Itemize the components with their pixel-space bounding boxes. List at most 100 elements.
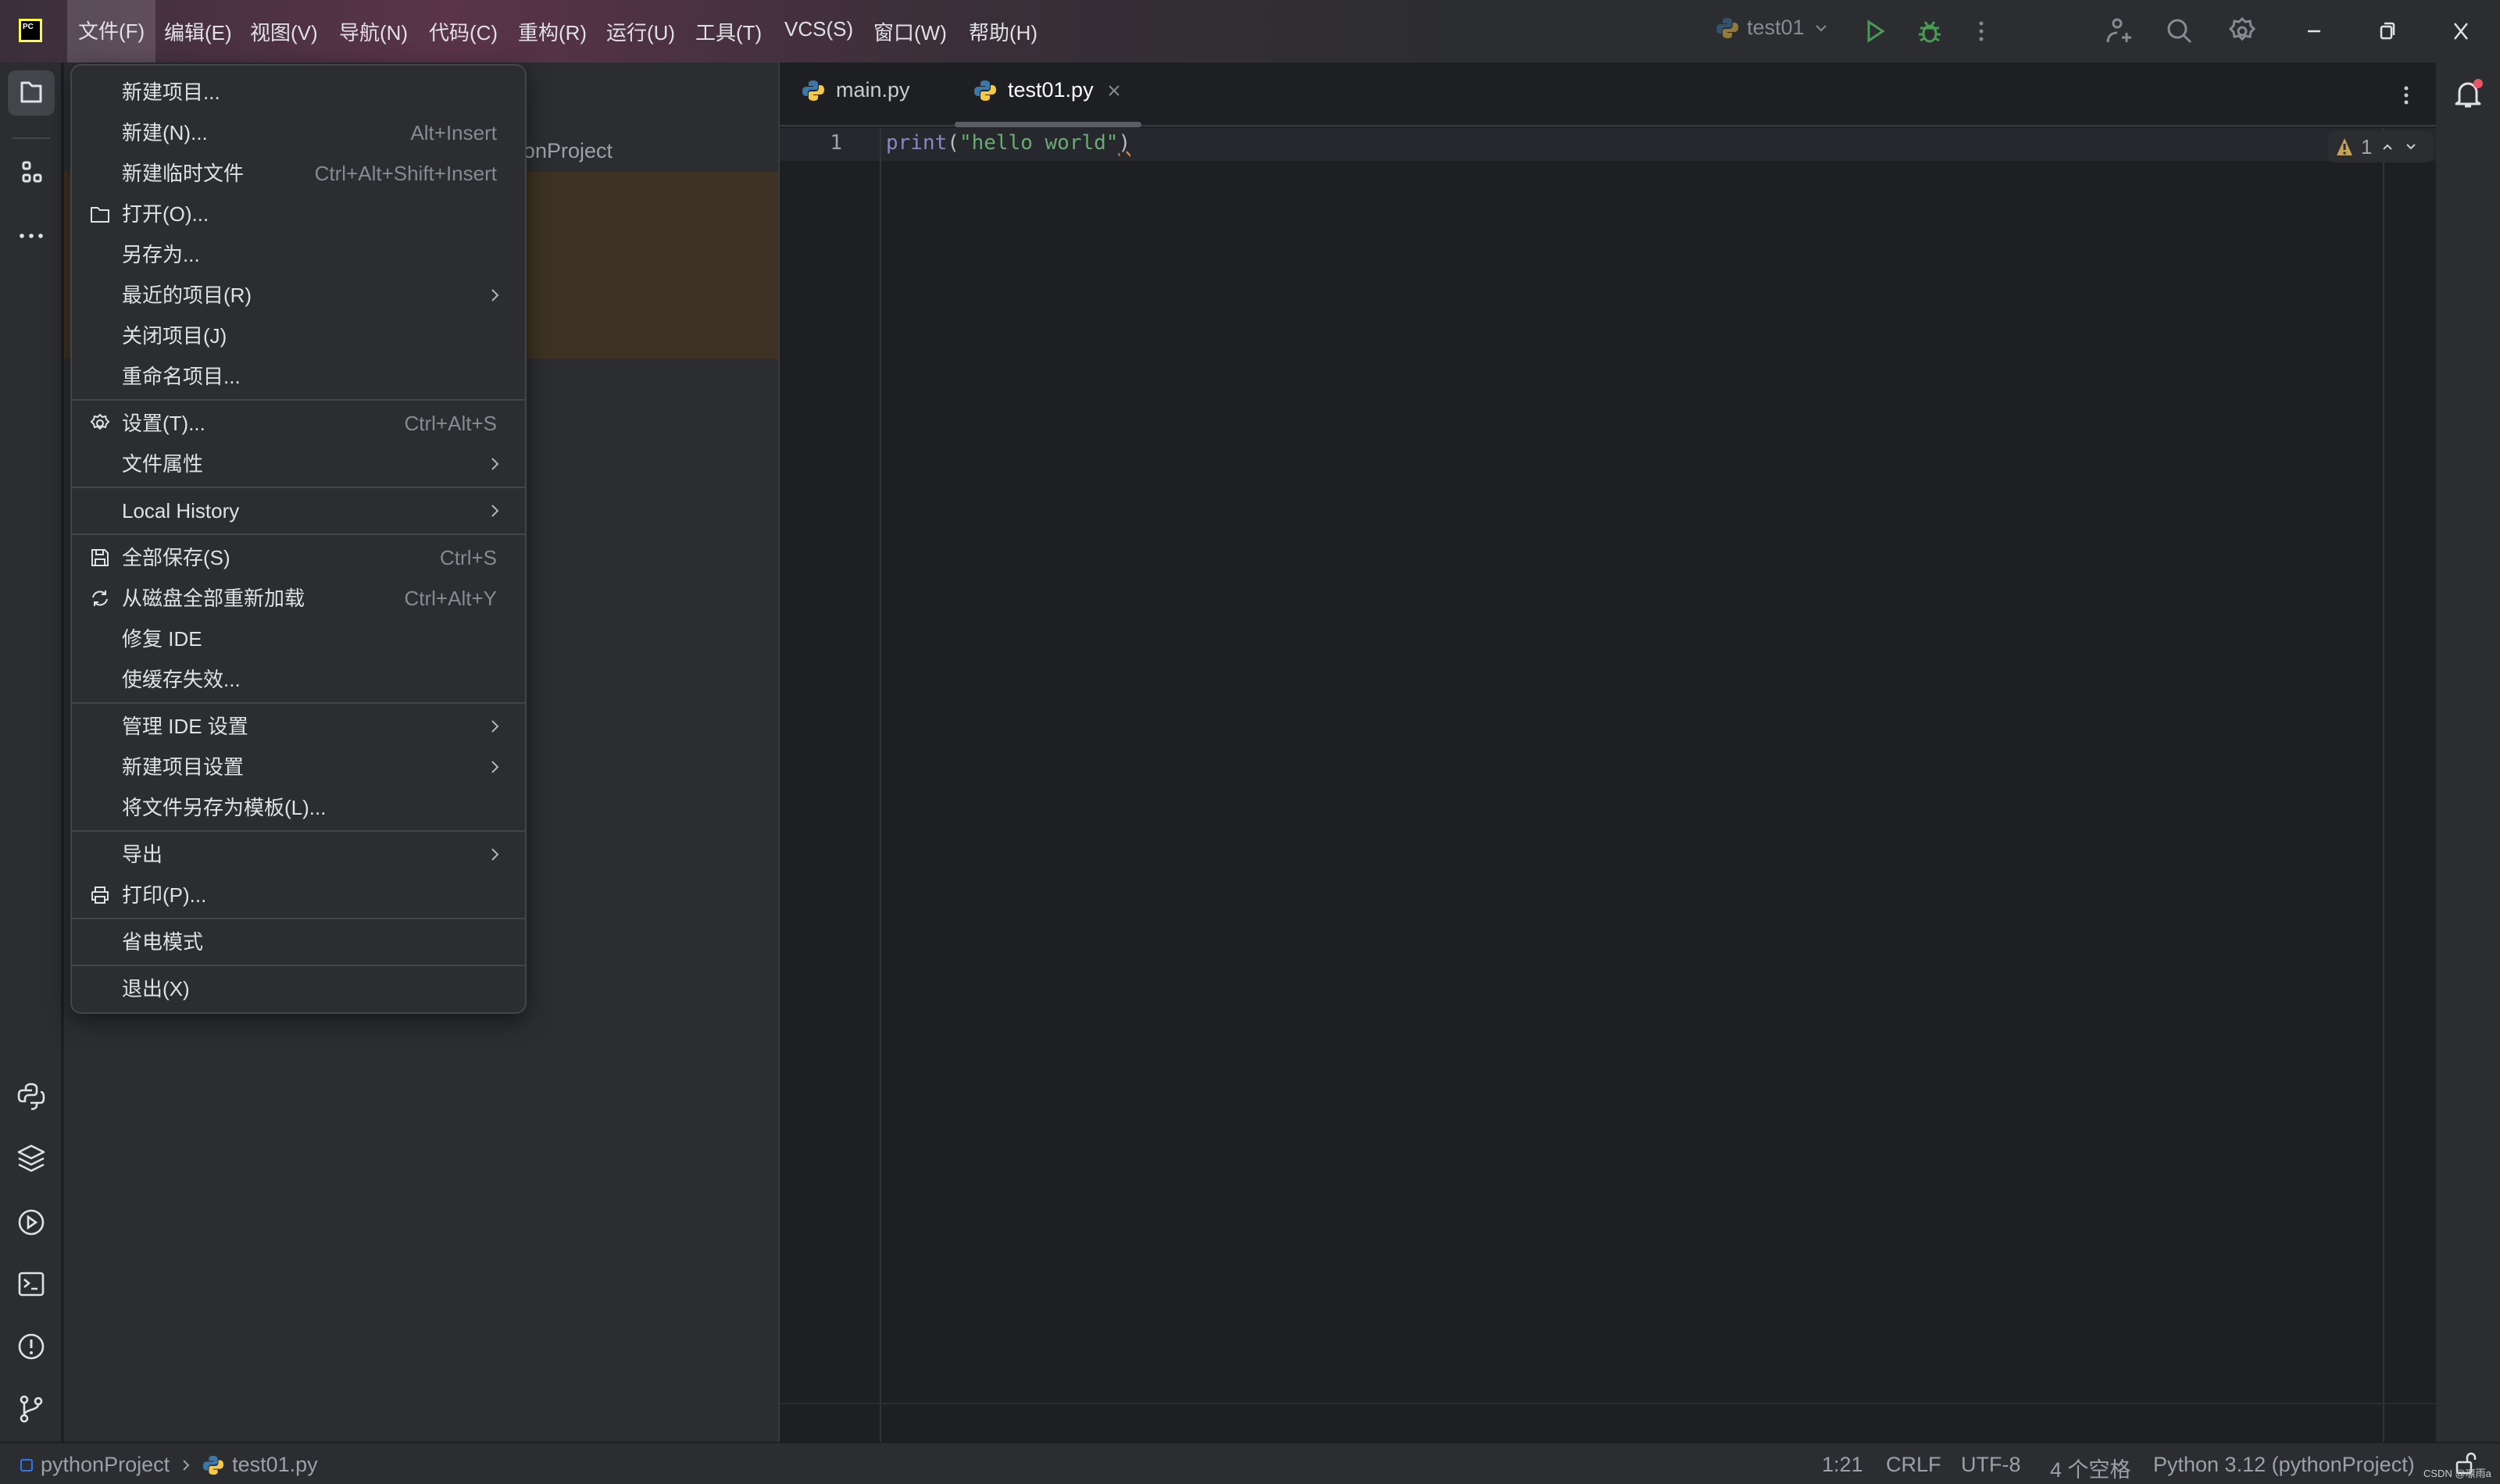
horizontal-scrollbar-track[interactable] <box>780 1403 2438 1404</box>
menu-code[interactable]: 代码(C) <box>429 17 498 46</box>
python-packages-icon[interactable] <box>14 1141 48 1175</box>
services-run-icon[interactable] <box>14 1205 48 1240</box>
status-bar: pythonProject test01.py 1:21 CRLF UTF-8 … <box>0 1442 2500 1484</box>
menu-window[interactable]: 窗口(W) <box>873 17 947 46</box>
menu-view[interactable]: 视图(V) <box>250 17 318 46</box>
file-menu-item[interactable]: 全部保存(S) Ctrl+S <box>72 537 525 578</box>
restore-icon[interactable] <box>2372 16 2403 47</box>
file-menu-item[interactable]: 新建项目设置 <box>72 747 525 787</box>
python-icon <box>1716 17 1738 38</box>
menu-item-label: 全部保存(S) <box>122 546 230 569</box>
file-menu-item[interactable]: Local History <box>72 491 525 531</box>
menu-item-shortcut: Ctrl+Alt+Shift+Insert <box>314 162 497 185</box>
python-interpreter[interactable]: Python 3.12 (pythonProject) <box>2153 1453 2415 1477</box>
python-file-icon <box>802 80 824 101</box>
run-icon[interactable] <box>1859 16 1891 47</box>
more-horizontal-icon[interactable] <box>14 219 48 253</box>
git-branch-icon[interactable] <box>14 1392 48 1426</box>
code-line[interactable]: print("hello world") <box>886 131 1130 155</box>
watermark: CSDN @凛雨a <box>2423 1468 2491 1479</box>
problems-icon[interactable] <box>14 1329 48 1364</box>
file-menu-item[interactable]: 最近的项目(R) <box>72 275 525 316</box>
next-problem-icon[interactable] <box>2403 139 2419 155</box>
file-menu-item[interactable]: 重命名项目... <box>72 356 525 397</box>
pycharm-logo[interactable]: PC <box>19 19 42 42</box>
chevron-right-icon <box>491 458 499 470</box>
notifications-bell-icon[interactable] <box>2450 77 2486 112</box>
caret-position[interactable]: 1:21 <box>1822 1453 1863 1477</box>
divider <box>12 137 50 139</box>
python-file-icon <box>203 1455 224 1475</box>
indent-setting[interactable]: 4 个空格 <box>2050 1453 2131 1483</box>
tab-main-py[interactable]: main.py <box>802 78 910 102</box>
minimize-icon[interactable] <box>2298 16 2330 47</box>
file-menu-item[interactable]: 省电模式 <box>72 922 525 962</box>
tab-test01-py[interactable]: test01.py <box>973 78 1123 102</box>
code-paren: ( <box>947 131 959 155</box>
tab-options-icon[interactable] <box>2392 81 2420 109</box>
file-menu-item[interactable]: 打开(O)... <box>72 194 525 234</box>
code-function: print <box>886 131 948 155</box>
add-user-icon[interactable] <box>2102 16 2133 47</box>
file-menu-item[interactable]: 新建(N)... Alt+Insert <box>72 112 525 153</box>
structure-icon[interactable] <box>14 156 48 191</box>
menu-help[interactable]: 帮助(H) <box>969 17 1038 46</box>
menu-separator <box>72 533 525 535</box>
title-bar: PC 文件(F) 编辑(E) 视图(V) 导航(N) 代码(C) 重构(R) 运… <box>0 0 2500 62</box>
terminal-icon[interactable] <box>14 1267 48 1301</box>
project-tool-button[interactable] <box>8 70 55 116</box>
gear-icon <box>90 413 110 430</box>
file-menu-item[interactable]: 新建临时文件 Ctrl+Alt+Shift+Insert <box>72 153 525 194</box>
line-separator[interactable]: CRLF <box>1886 1453 1941 1477</box>
menu-separator <box>72 487 525 488</box>
menu-item-label: 打印(P)... <box>122 883 207 907</box>
menu-run[interactable]: 运行(U) <box>606 17 675 46</box>
inspection-widget[interactable]: 1 <box>2328 131 2433 162</box>
python-console-icon[interactable] <box>14 1079 48 1114</box>
menu-item-label: 设置(T)... <box>122 412 205 435</box>
menu-separator <box>72 830 525 832</box>
more-vertical-icon[interactable] <box>1966 16 1997 47</box>
file-menu-item[interactable]: 设置(T)... Ctrl+Alt+S <box>72 403 525 444</box>
breadcrumb-project[interactable]: pythonProject <box>41 1453 170 1477</box>
file-menu-item[interactable]: 关闭项目(J) <box>72 316 525 356</box>
close-tab-icon[interactable] <box>1105 81 1123 100</box>
settings-gear-icon[interactable] <box>2227 16 2258 47</box>
close-window-icon[interactable] <box>2445 16 2477 47</box>
debug-icon[interactable] <box>1914 16 1945 47</box>
menu-refactor[interactable]: 重构(R) <box>518 17 587 46</box>
file-menu-item[interactable]: 打印(P)... <box>72 875 525 915</box>
menu-file[interactable]: 文件(F) <box>67 0 156 62</box>
file-menu-item[interactable]: 管理 IDE 设置 <box>72 706 525 747</box>
menu-item-shortcut: Alt+Insert <box>410 121 497 144</box>
menu-item-label: 从磁盘全部重新加载 <box>122 587 305 610</box>
previous-problem-icon[interactable] <box>2380 139 2395 155</box>
file-menu-item[interactable]: 另存为... <box>72 234 525 275</box>
menu-vcs[interactable]: VCS(S) <box>784 17 853 41</box>
menu-navigate[interactable]: 导航(N) <box>339 17 408 46</box>
chevron-down-icon <box>1815 24 1827 31</box>
run-config-selector[interactable]: test01 <box>1716 16 1830 40</box>
menu-item-label: 将文件另存为模板(L)... <box>122 796 327 819</box>
file-menu-item[interactable]: 新建项目... <box>72 72 525 112</box>
file-encoding[interactable]: UTF-8 <box>1961 1453 2021 1477</box>
file-menu-item[interactable]: 退出(X) <box>72 969 525 1009</box>
menu-edit[interactable]: 编辑(E) <box>164 17 232 46</box>
menu-item-label: 退出(X) <box>122 977 190 1001</box>
menu-item-shortcut: Ctrl+Alt+S <box>404 412 498 435</box>
menu-separator <box>72 702 525 704</box>
file-menu-item[interactable]: 修复 IDE <box>72 619 525 659</box>
breadcrumb-file[interactable]: test01.py <box>232 1453 318 1477</box>
file-menu-item[interactable]: 将文件另存为模板(L)... <box>72 787 525 828</box>
file-menu-item[interactable]: 导出 <box>72 834 525 875</box>
file-menu-item[interactable]: 文件属性 <box>72 444 525 484</box>
search-icon[interactable] <box>2164 16 2195 47</box>
file-menu-item[interactable]: 从磁盘全部重新加载 Ctrl+Alt+Y <box>72 578 525 619</box>
code-string: "hello world" <box>959 131 1119 155</box>
editor-tab-bar: main.py test01.py <box>780 62 2438 127</box>
menu-tools[interactable]: 工具(T) <box>695 17 762 46</box>
menu-item-label: 关闭项目(J) <box>122 324 227 348</box>
menu-item-label: 新建项目... <box>122 80 220 104</box>
menu-item-label: 文件属性 <box>122 452 204 476</box>
file-menu-item[interactable]: 使缓存失效... <box>72 659 525 700</box>
